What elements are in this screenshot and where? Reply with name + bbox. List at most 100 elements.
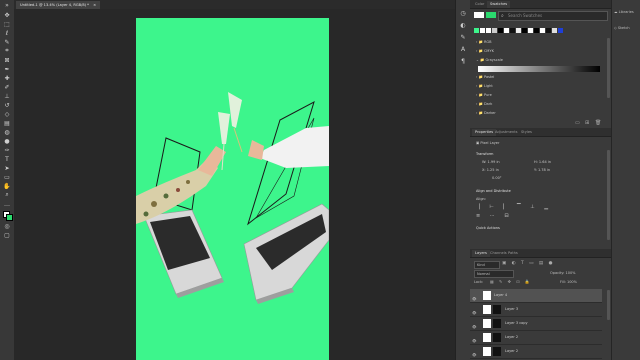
swatch[interactable] — [540, 28, 545, 33]
path-select-icon[interactable]: ➤ — [3, 165, 11, 172]
quick-select-tool-icon[interactable]: ✎ — [3, 39, 11, 46]
collapse-icon[interactable]: » — [3, 2, 11, 9]
swatch[interactable] — [558, 28, 563, 33]
transform-angle[interactable]: 0.00° — [492, 175, 532, 182]
swatch-group-row[interactable]: › 📁 Pastel — [476, 74, 604, 81]
lasso-tool-icon[interactable]: ℓ — [3, 30, 11, 37]
gradient-tool-icon[interactable]: ▤ — [3, 120, 11, 127]
document-tab[interactable]: Untitled-1 @ 13.4% (Layer 4, RGB/8) * × — [16, 1, 101, 9]
brush-tool-icon[interactable]: ✐ — [3, 84, 11, 91]
search-swatches-field[interactable]: ⌕ Search Swatches — [498, 11, 608, 21]
new-group-icon[interactable]: ▭ — [575, 120, 580, 126]
quick-mask-icon[interactable]: ◎ — [3, 223, 11, 230]
layer-row[interactable]: 👁 Layer 2 — [470, 331, 602, 345]
hand-tool-icon[interactable]: ✋ — [3, 183, 11, 190]
history-icon[interactable]: ◷ — [459, 10, 467, 17]
character-icon[interactable]: A — [459, 46, 467, 53]
align-buttons[interactable]: ▕ ⊢ ▏ ▔ ⊥ ▁ — [476, 204, 604, 211]
tab-paths[interactable]: Paths — [505, 250, 521, 257]
crop-tool-icon[interactable]: ⌗ — [3, 47, 11, 54]
layer-name[interactable]: Layer 2 — [505, 331, 518, 344]
swatch[interactable] — [498, 28, 503, 33]
swatch-group-row[interactable]: › 📁 Pure — [476, 92, 604, 99]
layer-name[interactable]: Layer 3 copy — [505, 317, 528, 330]
swatch[interactable] — [528, 28, 533, 33]
eye-icon[interactable]: 👁 — [472, 307, 477, 315]
swatch[interactable] — [486, 28, 491, 33]
swatch-group-row[interactable]: › 📁 Darker — [476, 110, 604, 117]
layer-name[interactable]: Layer 2 — [505, 345, 518, 358]
close-icon[interactable]: × — [93, 3, 96, 7]
adjust-icon[interactable]: ◐ — [459, 22, 467, 29]
layer-row[interactable]: 👁 Layer 2 — [470, 345, 602, 359]
swatch[interactable] — [474, 28, 479, 33]
zoom-tool-icon[interactable]: ⌕ — [3, 191, 11, 198]
swatch-group-row[interactable]: › 📁 Light — [476, 83, 604, 90]
swatch[interactable] — [480, 28, 485, 33]
transform-h[interactable]: H: 1.64 in — [534, 159, 574, 166]
marquee-tool-icon[interactable]: ⬚ — [3, 21, 11, 28]
new-swatch-icon[interactable]: ⊞ — [585, 120, 589, 126]
grayscale-swatch-strip[interactable] — [478, 66, 600, 72]
type-tool-icon[interactable]: T — [3, 156, 11, 163]
history-brush-icon[interactable]: ↺ — [3, 102, 11, 109]
transform-x[interactable]: X: 1.25 in — [482, 167, 522, 174]
swatch-group-row[interactable]: › 📁 RGB — [476, 39, 604, 46]
eye-icon[interactable]: 👁 — [472, 349, 477, 357]
stamp-tool-icon[interactable]: ⊥ — [3, 93, 11, 100]
swatch[interactable] — [534, 28, 539, 33]
swatch[interactable] — [552, 28, 557, 33]
sketch-button[interactable]: ◇ Sketch — [614, 26, 640, 30]
layer-mask-thumbnail[interactable] — [493, 319, 501, 328]
eye-icon[interactable]: 👁 — [472, 321, 477, 329]
libraries-button[interactable]: ☁ Libraries — [614, 10, 640, 14]
lock-icons[interactable]: ▦ ✎ ✥ ⊡ 🔒 — [490, 279, 532, 284]
tab-color[interactable]: Color — [472, 1, 487, 8]
layer-mask-thumbnail[interactable] — [493, 347, 501, 356]
swatch[interactable] — [492, 28, 497, 33]
opacity-field[interactable]: Opacity: 100% — [550, 270, 576, 276]
layer-mask-thumbnail[interactable] — [493, 333, 501, 342]
swatch-group-row[interactable]: › 📁 Dark — [476, 101, 604, 108]
tab-styles[interactable]: Styles — [518, 129, 535, 136]
paragraph-icon[interactable]: ¶ — [459, 58, 467, 65]
healing-brush-icon[interactable]: ✚ — [3, 75, 11, 82]
properties-scrollbar[interactable] — [607, 150, 610, 240]
layer-mask-thumbnail[interactable] — [493, 305, 501, 314]
bg-color-chip[interactable] — [486, 12, 496, 18]
blur-tool-icon[interactable]: ◍ — [3, 129, 11, 136]
swatch[interactable] — [504, 28, 509, 33]
more-tools-icon[interactable]: … — [3, 201, 11, 208]
layer-row[interactable]: 👁 Layer 3 — [470, 303, 602, 317]
layer-name[interactable]: Layer 4 — [494, 289, 507, 302]
swatch[interactable] — [522, 28, 527, 33]
fill-field[interactable]: Fill: 100% — [560, 279, 577, 285]
brush-settings-icon[interactable]: ✎ — [459, 34, 467, 41]
trash-icon[interactable]: 🗑 — [595, 120, 601, 126]
background-color-swatch[interactable] — [6, 214, 13, 221]
eye-icon[interactable]: 👁 — [472, 293, 477, 301]
transform-y[interactable]: Y: 1.78 in — [534, 167, 574, 174]
dodge-tool-icon[interactable]: ● — [3, 138, 11, 145]
pen-tool-icon[interactable]: ✑ — [3, 147, 11, 154]
swatch[interactable] — [510, 28, 515, 33]
swatch-group-row[interactable]: ⌄ 📁 Grayscale — [476, 57, 604, 64]
fg-color-chip[interactable] — [474, 12, 484, 18]
layer-row[interactable]: 👁 Layer 3 copy — [470, 317, 602, 331]
swatches-scrollbar[interactable] — [607, 38, 610, 98]
artboard[interactable] — [136, 18, 329, 360]
layer-filter-icons[interactable]: ▣ ◐ T ▭ ▤ ● — [502, 261, 555, 266]
eraser-tool-icon[interactable]: ◇ — [3, 111, 11, 118]
tab-swatches[interactable]: Swatches — [487, 1, 511, 8]
blend-mode-select[interactable]: Normal — [474, 270, 514, 278]
shape-tool-icon[interactable]: ▭ — [3, 174, 11, 181]
distribute-buttons[interactable]: ≡ ⋯ ⊟ — [476, 213, 604, 220]
frame-tool-icon[interactable]: ⊠ — [3, 57, 11, 64]
move-tool-icon[interactable]: ✥ — [3, 12, 11, 19]
layer-filter-kind[interactable]: Kind — [474, 261, 500, 269]
layer-row[interactable]: 👁 Layer 4 — [470, 289, 602, 303]
swatch[interactable] — [516, 28, 521, 33]
swatch-group-row[interactable]: › 📁 CMYK — [476, 48, 604, 55]
layers-scrollbar[interactable] — [607, 290, 610, 320]
transform-w[interactable]: W: 1.99 in — [482, 159, 522, 166]
